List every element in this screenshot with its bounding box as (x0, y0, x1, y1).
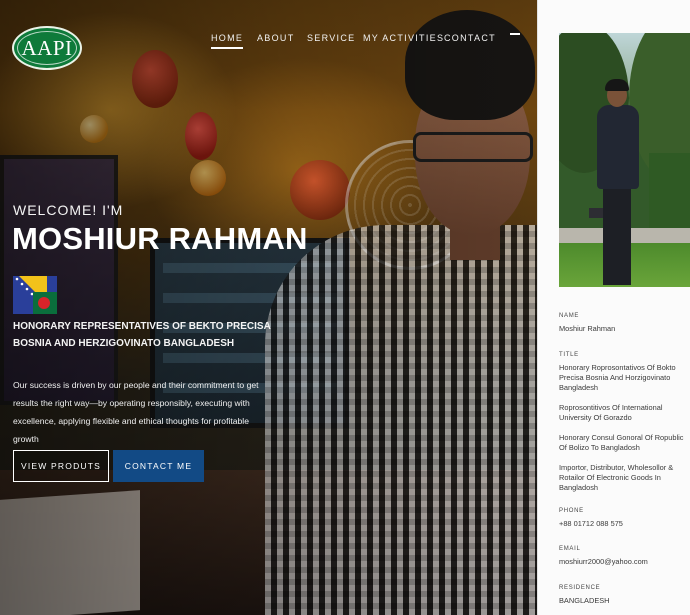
phone-value[interactable]: +88 01712 088 575 (559, 519, 689, 529)
profile-name-block: NAME Moshiur Rahman (559, 313, 689, 334)
profile-residence-block: RESIDENCE BANGLADESH (559, 585, 689, 606)
hero-section: AAPI HOME ABOUT SERVICE MY ACTIVITIES CO… (0, 0, 537, 615)
email-label: EMAIL (559, 546, 581, 552)
title-item: Importor, Distributor, Wholesollor & Rot… (559, 463, 674, 492)
profile-phone-block: PHONE +88 01712 088 575 (559, 508, 689, 529)
title-item: Honorary Consul Gonoral Of Ropublic Of B… (559, 433, 684, 452)
nav-about[interactable]: ABOUT (257, 33, 295, 43)
profile-panel: NAME Moshiur Rahman TITLE Honorary Ropro… (537, 0, 690, 615)
hero-description: Our success is driven by our people and … (13, 380, 259, 444)
hero-role: HONORARY REPRESENTATIVES OF BEKTO PRECIS… (13, 321, 271, 349)
contact-me-button[interactable]: CONTACT ME (113, 450, 204, 482)
profile-title-block: TITLE Honorary Roprosontativos Of Bokto … (559, 352, 689, 503)
nav-home[interactable]: HOME (211, 33, 244, 49)
name-value: Moshiur Rahman (559, 324, 616, 333)
title-item: Honorary Roprosontativos Of Bokto Precis… (559, 363, 676, 392)
main-nav: HOME ABOUT SERVICE MY ACTIVITIES CONTACT (0, 33, 537, 49)
hero-overlay (0, 0, 537, 615)
residence-value: BANGLADESH (559, 596, 610, 605)
title-label: TITLE (559, 352, 579, 358)
nav-contact[interactable]: CONTACT (444, 33, 496, 43)
nav-my-activities[interactable]: MY ACTIVITIES (363, 33, 444, 43)
profile-email-block: EMAIL moshiurr2000@yahoo.com (559, 546, 689, 567)
menu-toggle-icon[interactable] (510, 33, 520, 35)
residence-label: RESIDENCE (559, 585, 601, 591)
name-label: NAME (559, 313, 580, 319)
profile-photo (559, 33, 690, 287)
bosnia-bangladesh-flag-icon (13, 276, 57, 314)
email-value[interactable]: moshiurr2000@yahoo.com (559, 557, 689, 567)
nav-service[interactable]: SERVICE (307, 33, 355, 43)
phone-label: PHONE (559, 508, 584, 514)
view-products-button[interactable]: VIEW PRODUTS (13, 450, 109, 482)
welcome-text: WELCOME! I'M (13, 202, 124, 218)
hero-name: MOSHIUR RAHMAN (12, 221, 308, 256)
title-item: Roprosontitivos Of International Univers… (559, 403, 663, 422)
